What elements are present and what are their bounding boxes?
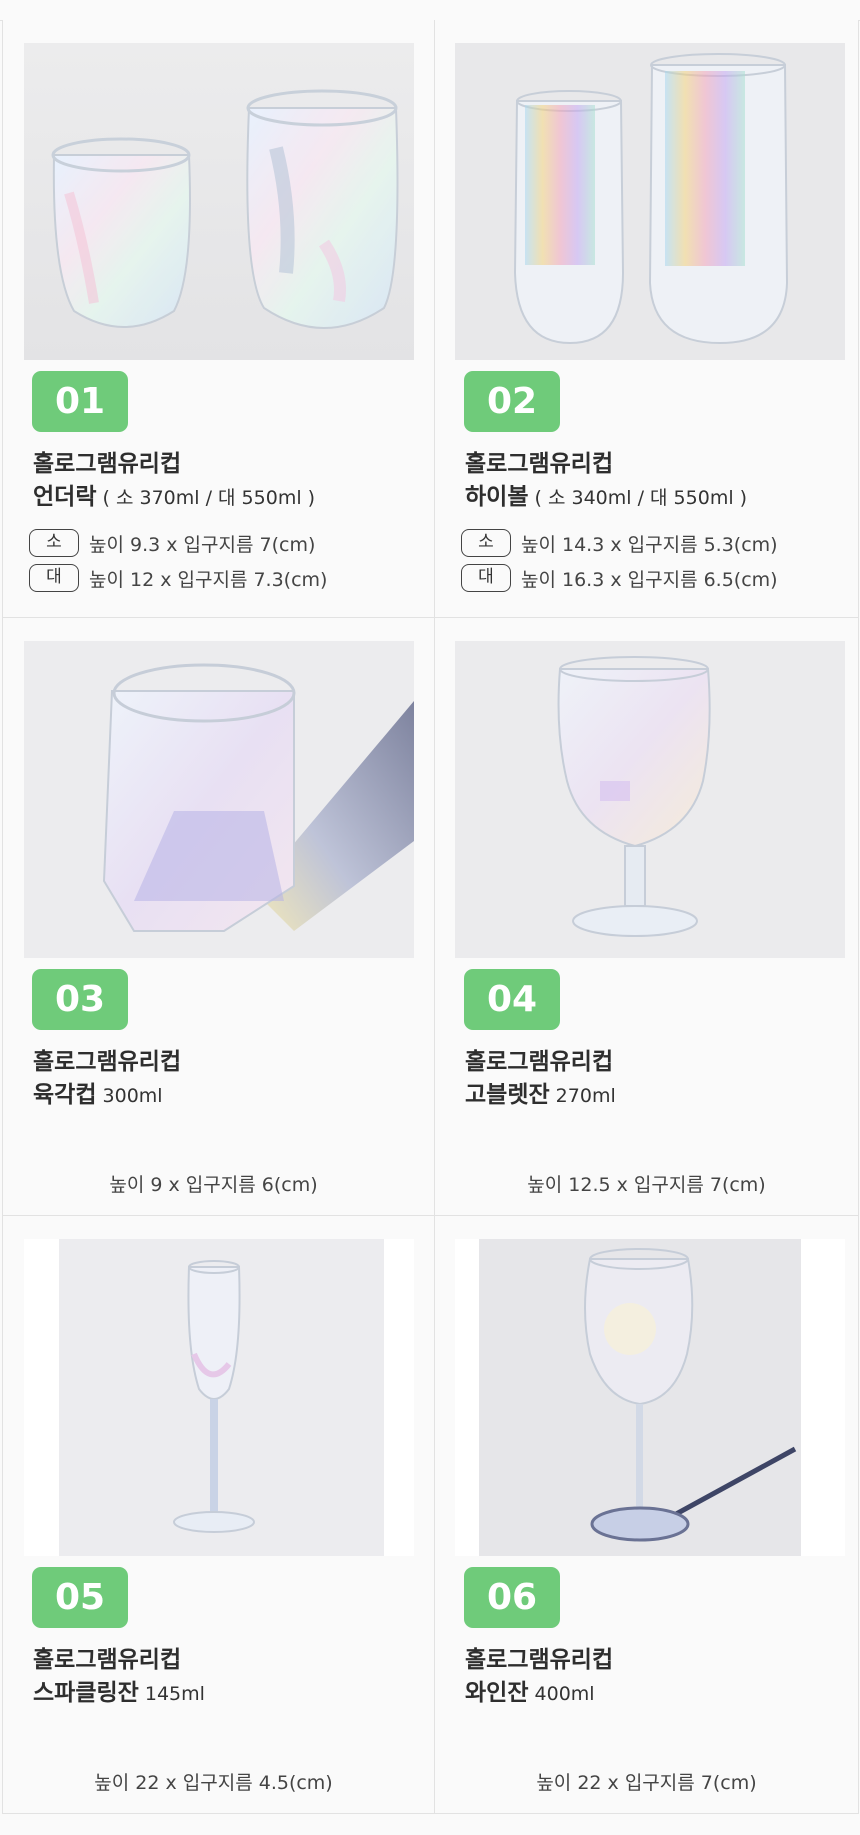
product-name-text: 언더락 <box>33 484 97 510</box>
top-divider <box>0 0 860 21</box>
spec-text: 높이 12.5 x 입구지름 7(cm) <box>527 1174 766 1196</box>
spec-row-small: 소 높이 14.3 x 입구지름 5.3(cm) <box>461 527 778 559</box>
product-name: 육각컵 300ml <box>33 1075 163 1109</box>
product-number-badge: 06 <box>464 1567 560 1628</box>
size-tag-small: 소 <box>461 529 511 557</box>
product-photo-sparkling-glass <box>24 1239 414 1556</box>
product-capacity: 400ml <box>528 1683 595 1705</box>
spec-text: 높이 14.3 x 입구지름 5.3(cm) <box>521 533 778 556</box>
product-name-text: 고블렛잔 <box>465 1082 550 1108</box>
product-grid: 01 홀로그램유리컵 언더락 ( 소 370ml / 대 550ml ) 소 높… <box>2 20 859 1814</box>
spec-text: 높이 12 x 입구지름 7.3(cm) <box>89 568 328 591</box>
spec-text: 높이 9.3 x 입구지름 7(cm) <box>89 533 316 556</box>
product-photo-wine-glass <box>455 1239 845 1556</box>
product-card-02: 02 홀로그램유리컵 하이볼 ( 소 340ml / 대 550ml ) 소 높… <box>435 20 859 618</box>
product-spec-page: 01 홀로그램유리컵 언더락 ( 소 370ml / 대 550ml ) 소 높… <box>0 0 860 1835</box>
spec-text: 높이 22 x 입구지름 4.5(cm) <box>94 1772 333 1794</box>
product-number-badge: 02 <box>464 371 560 432</box>
product-name: 언더락 ( 소 370ml / 대 550ml ) <box>33 477 315 511</box>
spec-row-small: 소 높이 9.3 x 입구지름 7(cm) <box>29 527 315 559</box>
product-category: 홀로그램유리컵 <box>33 1049 182 1075</box>
product-photo-highball-glasses <box>455 43 845 360</box>
product-capacity: 145ml <box>138 1683 205 1705</box>
spec-row-large: 대 높이 16.3 x 입구지름 6.5(cm) <box>461 562 778 594</box>
product-capacity: ( 소 370ml / 대 550ml ) <box>96 487 316 509</box>
product-photo-rocks-glasses <box>24 43 414 360</box>
product-number-badge: 01 <box>32 371 128 432</box>
product-card-03: 03 홀로그램유리컵 육각컵 300ml 높이 9 x 입구지름 6(cm) <box>3 618 435 1216</box>
product-category: 홀로그램유리컵 <box>465 1647 614 1673</box>
product-number-badge: 03 <box>32 969 128 1030</box>
product-number-badge: 04 <box>464 969 560 1030</box>
product-photo-hexagon-cup <box>24 641 414 958</box>
product-photo-goblet <box>455 641 845 958</box>
size-tag-large: 대 <box>29 564 79 592</box>
product-name-text: 와인잔 <box>465 1680 529 1706</box>
product-name: 하이볼 ( 소 340ml / 대 550ml ) <box>465 477 747 511</box>
product-name-text: 스파클링잔 <box>33 1680 139 1706</box>
product-name-text: 육각컵 <box>33 1082 97 1108</box>
product-capacity: ( 소 340ml / 대 550ml ) <box>528 487 748 509</box>
product-name: 고블렛잔 270ml <box>465 1075 616 1109</box>
product-category: 홀로그램유리컵 <box>465 1049 614 1075</box>
product-card-01: 01 홀로그램유리컵 언더락 ( 소 370ml / 대 550ml ) 소 높… <box>3 20 435 618</box>
spec-row-large: 대 높이 12 x 입구지름 7.3(cm) <box>29 562 327 594</box>
product-category: 홀로그램유리컵 <box>465 451 614 477</box>
spec-text: 높이 9 x 입구지름 6(cm) <box>109 1174 318 1196</box>
product-number-badge: 05 <box>32 1567 128 1628</box>
product-card-04: 04 홀로그램유리컵 고블렛잔 270ml 높이 12.5 x 입구지름 7(c… <box>435 618 859 1216</box>
product-card-06: 06 홀로그램유리컵 와인잔 400ml 높이 22 x 입구지름 7(cm) <box>435 1216 859 1814</box>
size-tag-large: 대 <box>461 564 511 592</box>
product-card-05: 05 홀로그램유리컵 스파클링잔 145ml 높이 22 x 입구지름 4.5(… <box>3 1216 435 1814</box>
product-capacity: 270ml <box>549 1085 616 1107</box>
product-name: 와인잔 400ml <box>465 1673 595 1707</box>
spec-text: 높이 22 x 입구지름 7(cm) <box>536 1772 757 1794</box>
product-category: 홀로그램유리컵 <box>33 1647 182 1673</box>
spec-text: 높이 16.3 x 입구지름 6.5(cm) <box>521 568 778 591</box>
product-category: 홀로그램유리컵 <box>33 451 182 477</box>
product-name-text: 하이볼 <box>465 484 529 510</box>
size-tag-small: 소 <box>29 529 79 557</box>
product-capacity: 300ml <box>96 1085 163 1107</box>
product-name: 스파클링잔 145ml <box>33 1673 205 1707</box>
